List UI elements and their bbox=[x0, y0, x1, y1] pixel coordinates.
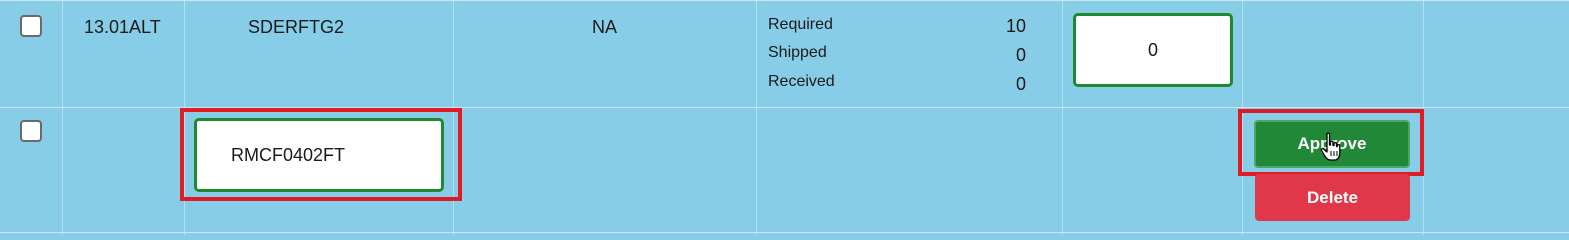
shipped-label: Shipped bbox=[768, 44, 827, 61]
status-text: NA bbox=[592, 17, 618, 37]
received-label: Received bbox=[768, 73, 835, 90]
required-label: Required bbox=[768, 16, 833, 33]
item-number: 13.01ALT bbox=[84, 17, 161, 37]
shipped-value: 0 bbox=[1015, 45, 1026, 65]
delete-button[interactable]: Delete bbox=[1255, 174, 1410, 221]
received-value: 0 bbox=[1015, 74, 1026, 94]
required-value: 10 bbox=[1005, 16, 1026, 36]
column-divider bbox=[1062, 0, 1063, 235]
hand-pointer-icon bbox=[1320, 132, 1341, 161]
part-code: SDERFTG2 bbox=[248, 17, 345, 37]
column-divider bbox=[62, 0, 63, 235]
row-divider bbox=[0, 0, 1569, 1]
column-divider bbox=[756, 0, 757, 235]
row-select-checkbox[interactable] bbox=[20, 120, 42, 142]
quantity-input[interactable]: 0 bbox=[1073, 13, 1233, 87]
row-divider bbox=[0, 232, 1569, 233]
row-select-checkbox[interactable] bbox=[20, 15, 42, 37]
part-number-input[interactable]: RMCF0402FT bbox=[194, 118, 444, 192]
